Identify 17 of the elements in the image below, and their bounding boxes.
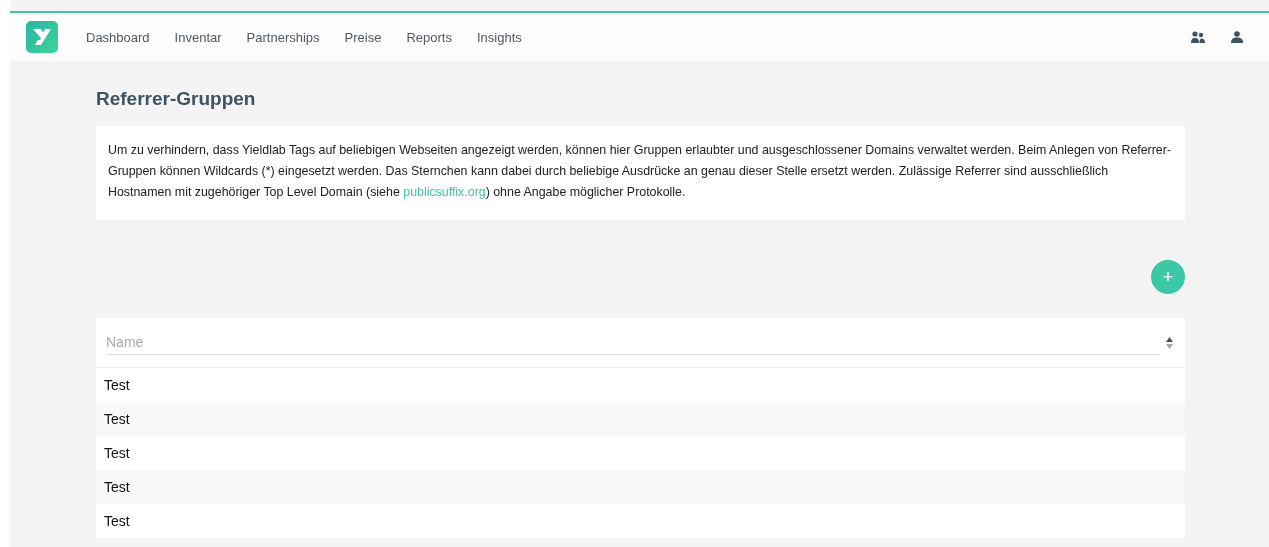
nav-link[interactable]: Partnerships [246, 29, 320, 45]
table-cell: Test [104, 411, 130, 427]
table-cell: Test [104, 377, 130, 393]
user-icon[interactable] [1231, 31, 1243, 43]
users-icon[interactable] [1191, 31, 1205, 43]
table-cell: Test [104, 445, 130, 461]
nav-link[interactable]: Insights [476, 29, 522, 45]
page-title: Referrer-Gruppen [96, 88, 257, 110]
name-filter-field[interactable]: Name [106, 330, 1160, 355]
nav-link[interactable]: Reports [406, 29, 452, 45]
sort-icon[interactable] [1166, 336, 1173, 349]
table-cell: Test [104, 513, 130, 529]
description-text: Um zu verhindern, dass Yieldlab Tags auf beliebigen Webseiten angezeigt werden, können hier Gruppen erlaubter und ausgeschlossener Domains verwaltet werden. Beim Anlegen von Referrer-Gruppen können Wildcards (*) eingesetzt werden. Das Sternchen kann dabei durch beliebige Ausdrücke an genau dieser Stelle ersetzt werden. Zulässige Referrer sind ausschließlich Hostnamen mit zugehöriger Top Level Domain (siehe publicsuffix.org) ohne Angabe möglicher Protokolle. [108, 142, 1172, 201]
nav-link[interactable]: Preise [344, 29, 382, 45]
nav-link[interactable]: Dashboard [86, 29, 150, 45]
nav-link[interactable]: Inventar [174, 29, 222, 45]
table-cell: Test [104, 479, 130, 495]
